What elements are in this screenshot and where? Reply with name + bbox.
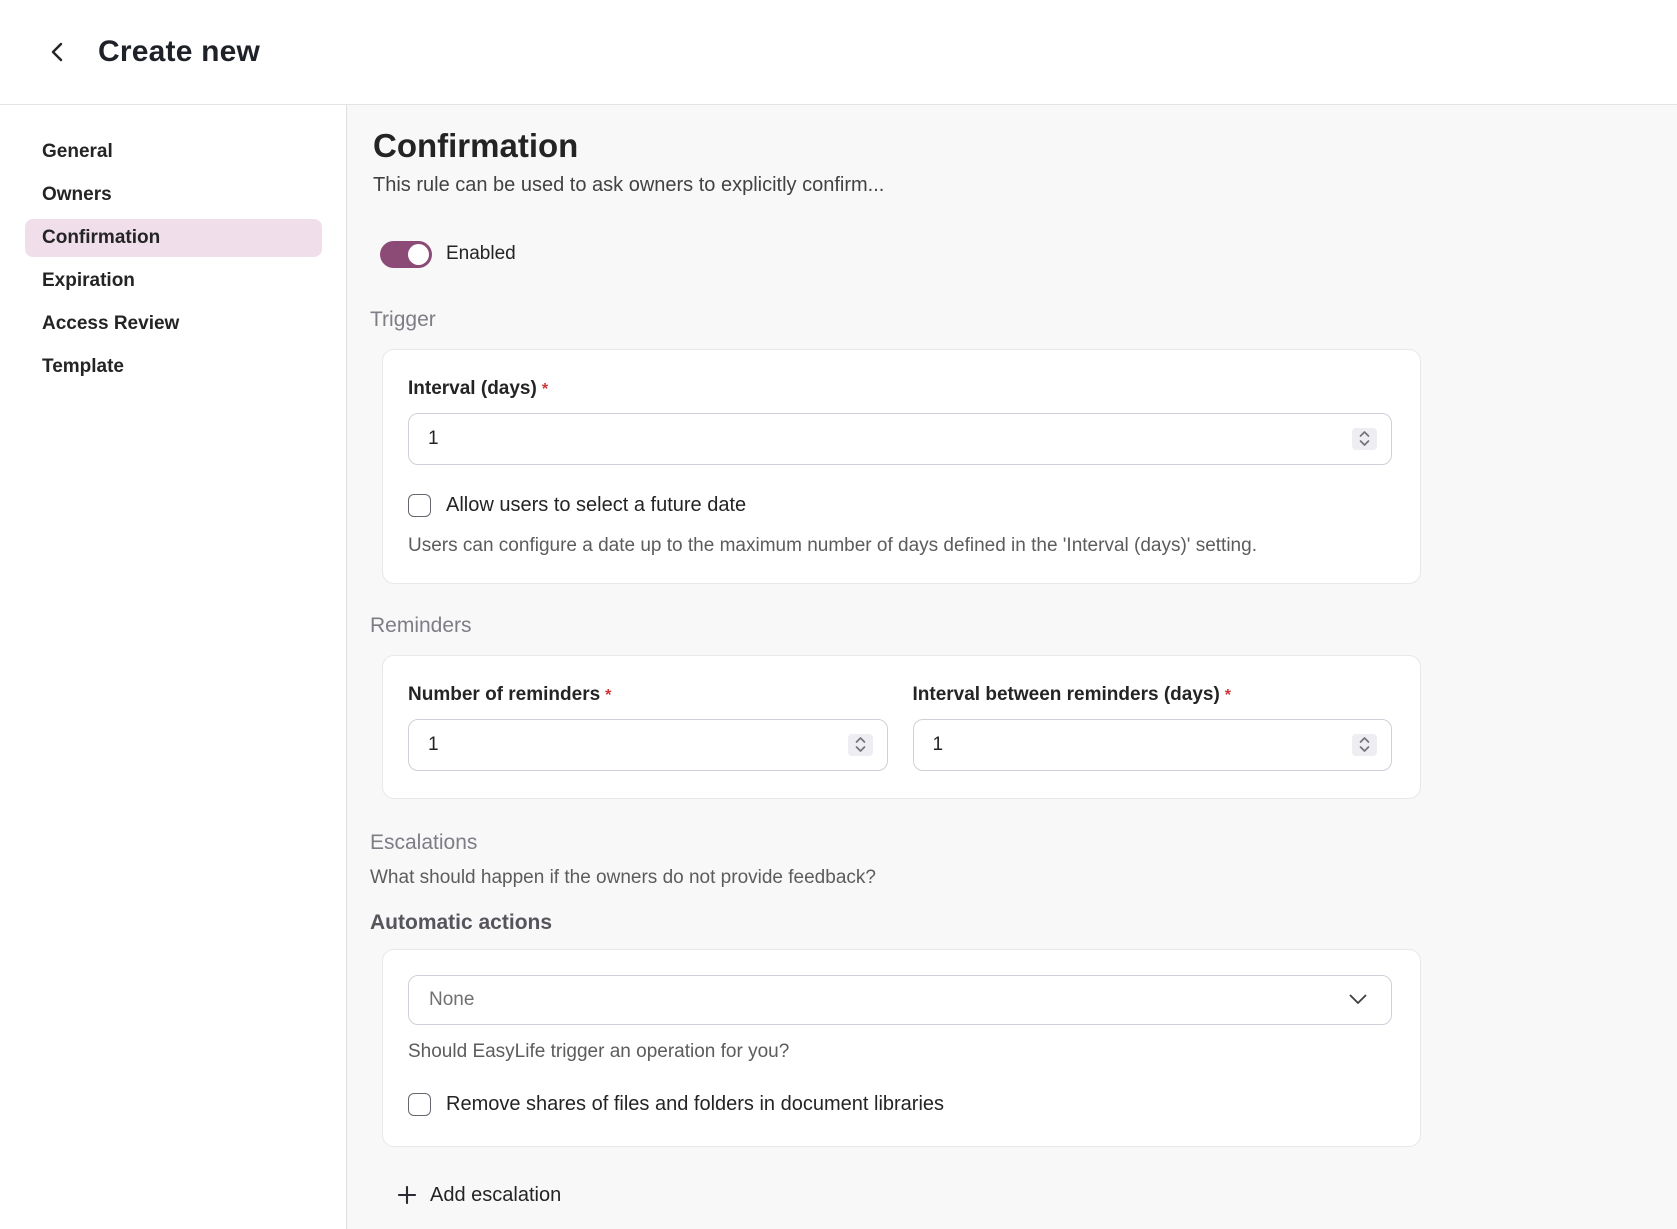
required-marker: * bbox=[542, 381, 548, 398]
automatic-action-dropdown-value: None bbox=[429, 989, 1349, 1011]
sidebar-item-confirmation[interactable]: Confirmation bbox=[25, 219, 322, 257]
dropdown-help-text: Should EasyLife trigger an operation for… bbox=[408, 1041, 1392, 1063]
trigger-card: Interval (days)* Al bbox=[382, 349, 1421, 584]
required-marker: * bbox=[605, 687, 611, 704]
future-date-checkbox-label: Allow users to select a future date bbox=[446, 494, 746, 517]
future-date-checkbox-row: Allow users to select a future date bbox=[408, 494, 1392, 517]
reminders-section-heading: Reminders bbox=[370, 614, 1677, 638]
escalations-section-heading: Escalations bbox=[370, 831, 1677, 855]
trigger-section-heading: Trigger bbox=[370, 308, 1677, 332]
stepper-up-down-icon bbox=[1359, 430, 1370, 447]
reminder-interval-field: Interval between reminders (days) * bbox=[913, 684, 1393, 771]
remove-shares-checkbox-row: Remove shares of files and folders in do… bbox=[408, 1093, 1392, 1116]
number-of-reminders-input[interactable] bbox=[409, 720, 887, 770]
sidebar-item-owners[interactable]: Owners bbox=[25, 176, 322, 214]
remove-shares-checkbox-label: Remove shares of files and folders in do… bbox=[446, 1093, 944, 1116]
reminders-card: Number of reminders * bbox=[382, 655, 1421, 799]
sidebar-item-access-review[interactable]: Access Review bbox=[25, 305, 322, 343]
stepper-up-down-icon bbox=[1359, 736, 1370, 753]
interval-help-text: Users can configure a date up to the max… bbox=[408, 535, 1392, 557]
number-of-reminders-stepper[interactable] bbox=[848, 734, 873, 756]
back-button[interactable] bbox=[42, 37, 72, 67]
stepper-up-down-icon bbox=[855, 736, 866, 753]
reminder-interval-input[interactable] bbox=[914, 720, 1392, 770]
app-window: Create new General Owners Confirmation E… bbox=[0, 0, 1677, 1229]
number-of-reminders-label: Number of reminders bbox=[408, 684, 600, 705]
automatic-actions-card: None Should EasyLife trigger an operatio… bbox=[382, 949, 1421, 1147]
add-escalation-label: Add escalation bbox=[430, 1184, 561, 1207]
escalations-description: What should happen if the owners do not … bbox=[370, 867, 1677, 889]
interval-days-input[interactable] bbox=[409, 414, 1391, 464]
plus-icon bbox=[398, 1186, 416, 1204]
sidebar: General Owners Confirmation Expiration A… bbox=[0, 105, 347, 1229]
sidebar-item-general[interactable]: General bbox=[25, 133, 322, 171]
section-title: Confirmation bbox=[373, 127, 1677, 166]
automatic-action-dropdown[interactable]: None bbox=[408, 975, 1392, 1025]
reminder-interval-input-wrap bbox=[913, 719, 1393, 771]
add-escalation-button[interactable]: Add escalation bbox=[398, 1184, 561, 1207]
page-title: Create new bbox=[98, 35, 260, 69]
future-date-checkbox[interactable] bbox=[408, 494, 431, 517]
reminder-interval-label: Interval between reminders (days) bbox=[913, 684, 1220, 705]
section-subtitle: This rule can be used to ask owners to e… bbox=[373, 174, 1677, 197]
enabled-toggle-row: Enabled bbox=[380, 241, 1677, 268]
interval-days-label: Interval (days) bbox=[408, 378, 537, 399]
sidebar-item-template[interactable]: Template bbox=[25, 348, 322, 386]
chevron-down-icon bbox=[1349, 994, 1367, 1005]
number-of-reminders-input-wrap bbox=[408, 719, 888, 771]
automatic-actions-heading: Automatic actions bbox=[370, 911, 1677, 935]
sidebar-item-expiration[interactable]: Expiration bbox=[25, 262, 322, 300]
body: General Owners Confirmation Expiration A… bbox=[0, 105, 1677, 1229]
back-chevron-icon bbox=[48, 41, 67, 63]
toggle-knob-icon bbox=[408, 244, 429, 265]
enabled-toggle[interactable] bbox=[380, 241, 432, 268]
number-of-reminders-field: Number of reminders * bbox=[408, 684, 888, 771]
required-marker: * bbox=[1225, 687, 1231, 704]
remove-shares-checkbox[interactable] bbox=[408, 1093, 431, 1116]
interval-days-stepper[interactable] bbox=[1352, 428, 1377, 450]
reminder-interval-stepper[interactable] bbox=[1352, 734, 1377, 756]
top-header: Create new bbox=[0, 0, 1677, 105]
enabled-toggle-label: Enabled bbox=[446, 243, 516, 265]
main-content: Confirmation This rule can be used to as… bbox=[347, 105, 1677, 1229]
interval-days-input-wrap bbox=[408, 413, 1392, 465]
